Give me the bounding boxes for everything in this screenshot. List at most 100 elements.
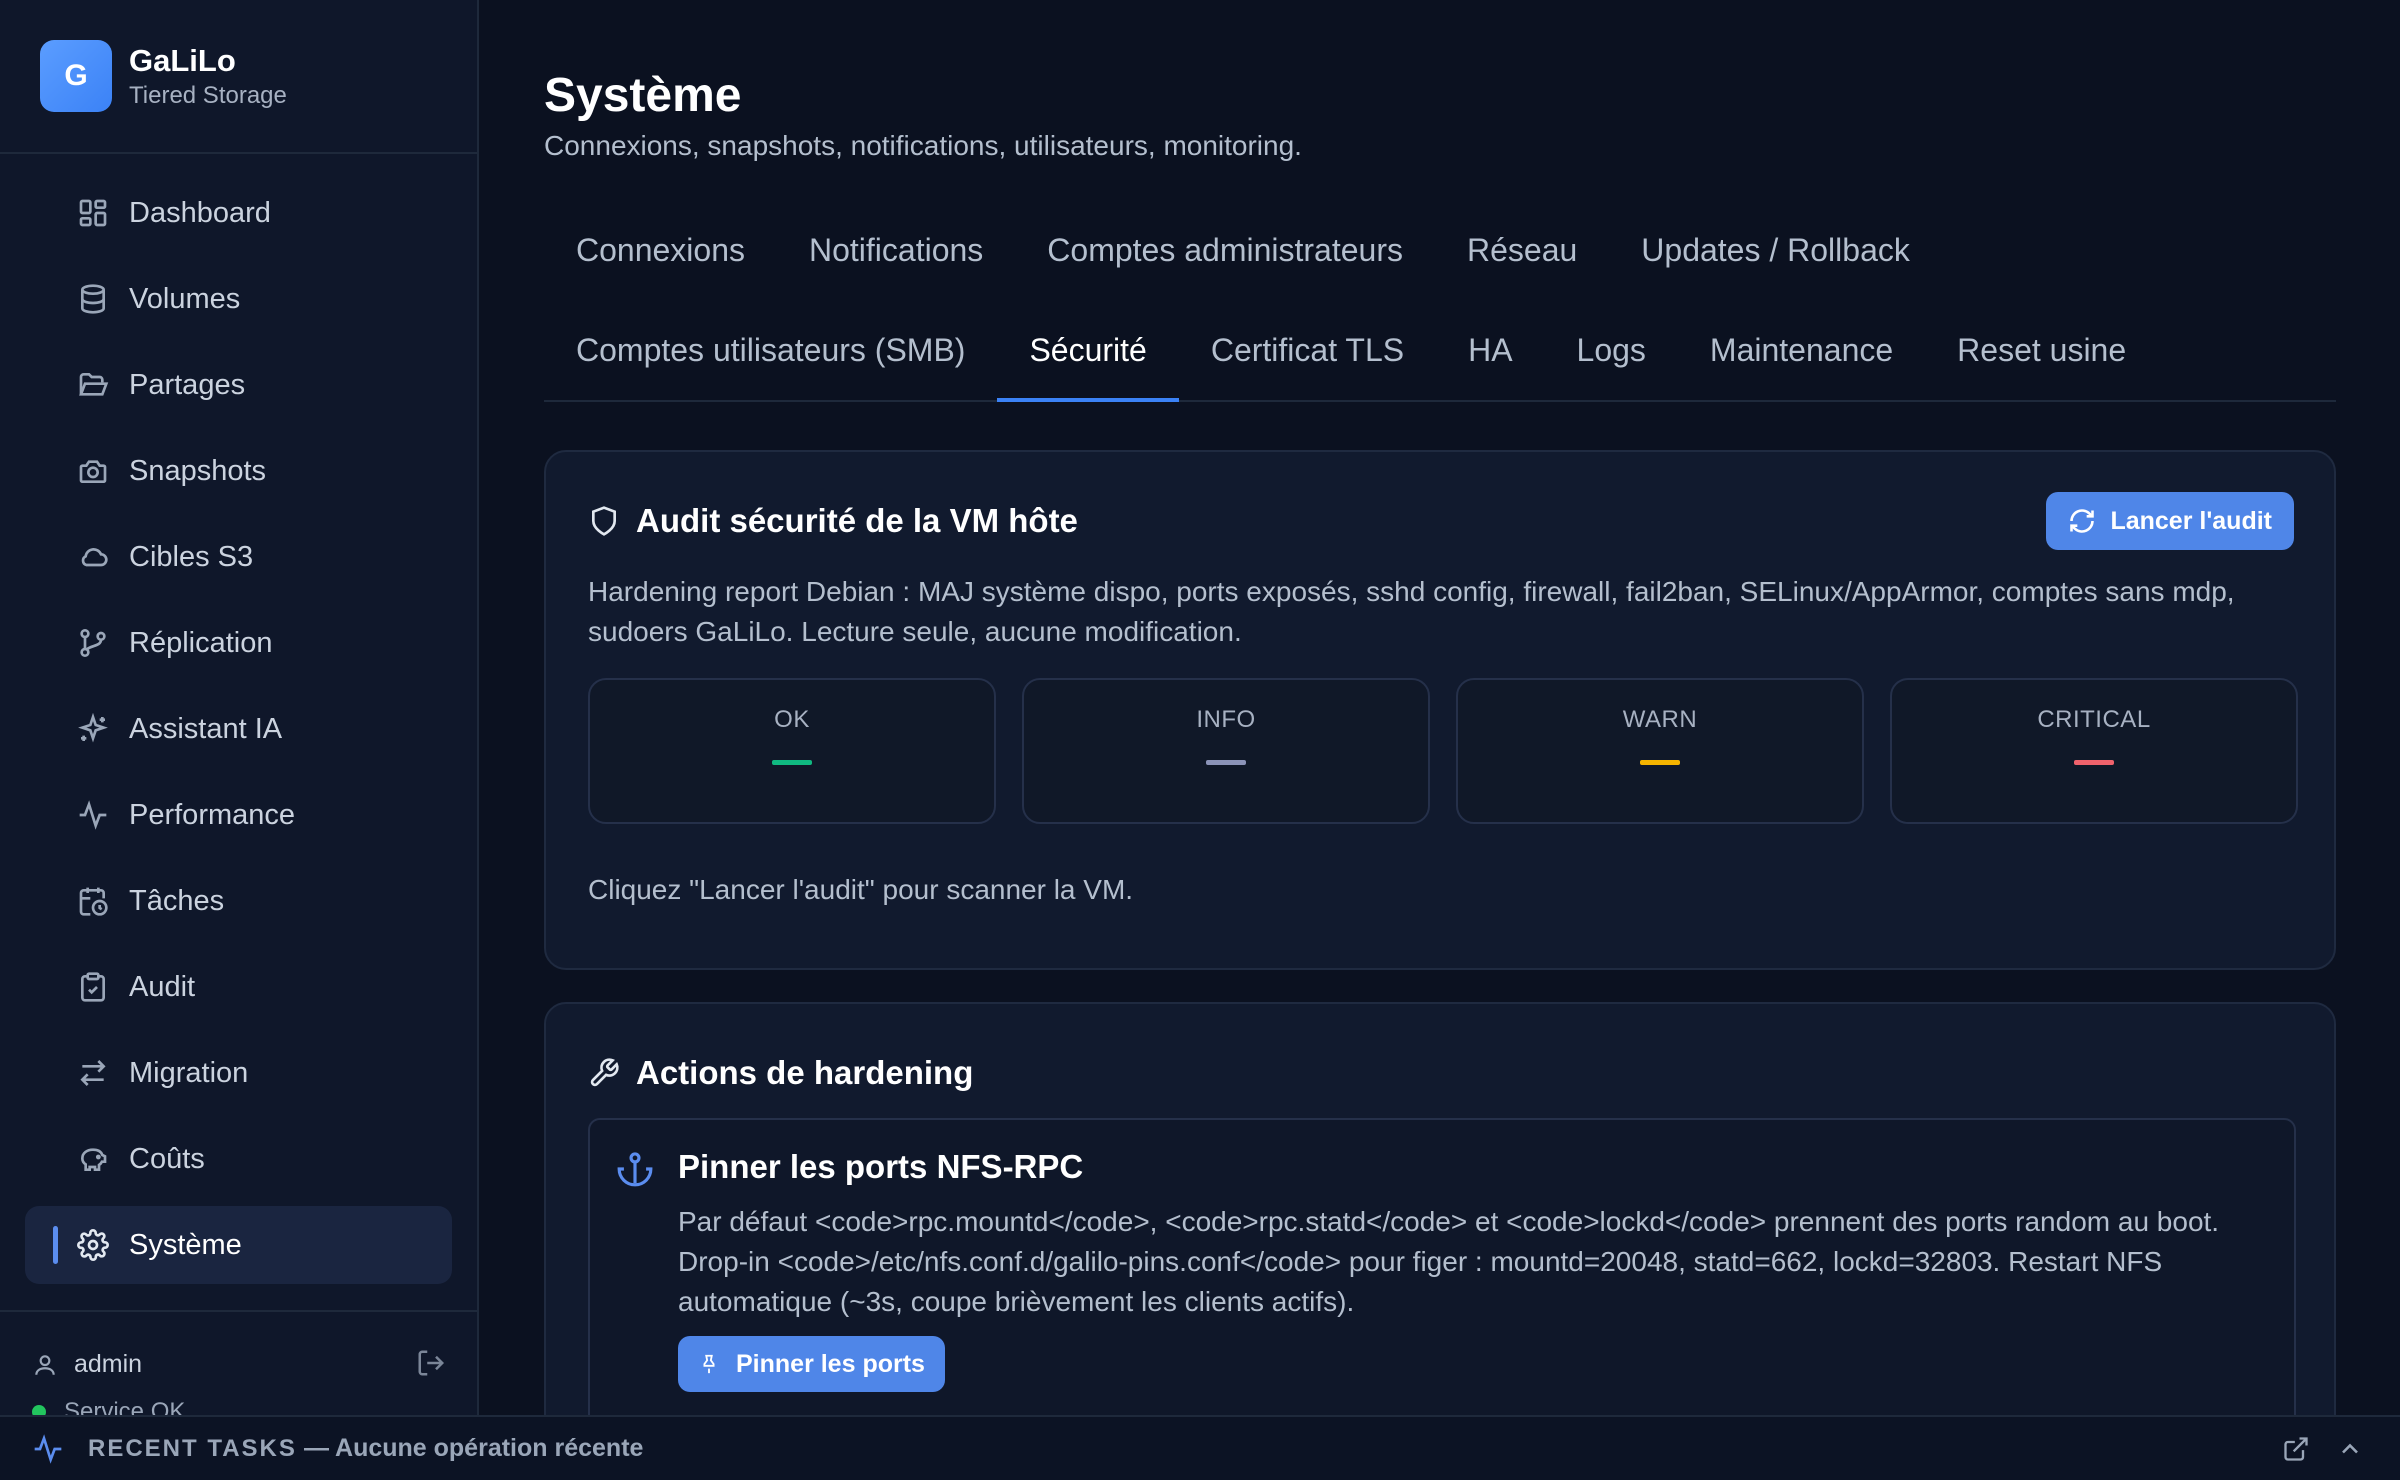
audit-hint: Cliquez "Lancer l'audit" pour scanner la… bbox=[588, 874, 1134, 905]
stat-label: INFO bbox=[1196, 706, 1256, 733]
tab-bar: Connexions Notifications Comptes adminis… bbox=[544, 222, 2336, 402]
git-branch-icon bbox=[80, 629, 106, 657]
app-name: GaLiLo bbox=[129, 43, 236, 79]
stat-critical: CRITICAL bbox=[1890, 678, 2298, 824]
stat-label: OK bbox=[774, 706, 810, 733]
stat-value-dash bbox=[1640, 760, 1680, 765]
sidebar-item-assistant-ia[interactable]: Assistant IA bbox=[25, 690, 452, 768]
tab-connexions[interactable]: Connexions bbox=[544, 222, 777, 302]
calendar-clock-icon bbox=[79, 887, 108, 916]
audit-description: Hardening report Debian : MAJ système di… bbox=[588, 576, 2235, 647]
sidebar-item-label: Performance bbox=[129, 798, 296, 831]
stat-value-dash bbox=[2074, 760, 2114, 765]
external-link-icon[interactable] bbox=[2282, 1435, 2310, 1463]
sidebar-item-audit[interactable]: Audit bbox=[25, 948, 452, 1026]
refresh-icon bbox=[2070, 509, 2095, 533]
stat-label: WARN bbox=[1622, 706, 1698, 733]
sidebar-item-label: Cibles S3 bbox=[129, 540, 254, 573]
sidebar-item-label: Coûts bbox=[129, 1142, 205, 1175]
sidebar-item-dashboard[interactable]: Dashboard bbox=[25, 174, 452, 252]
tab-notifications[interactable]: Notifications bbox=[777, 222, 1015, 302]
tab-maintenance[interactable]: Maintenance bbox=[1678, 322, 1925, 402]
card-title: Audit sécurité de la VM hôte bbox=[636, 502, 1078, 539]
app-subtitle: Tiered Storage bbox=[129, 81, 287, 109]
tab-comptes-administrateurs[interactable]: Comptes administrateurs bbox=[1015, 222, 1435, 302]
stat-ok: OK bbox=[588, 678, 996, 824]
stat-value-dash bbox=[772, 760, 812, 765]
tab-reset-usine[interactable]: Reset usine bbox=[1925, 322, 2158, 402]
stat-info: INFO bbox=[1022, 678, 1430, 824]
sidebar-item-couts[interactable]: Coûts bbox=[25, 1120, 452, 1198]
page-title: Système bbox=[544, 69, 742, 122]
sparkles-icon bbox=[78, 713, 108, 743]
sidebar-nav: Dashboard Volumes Partages Snapshots Cib… bbox=[0, 154, 477, 1284]
pin-ports-label: Pinner les ports bbox=[736, 1349, 925, 1378]
anchor-icon bbox=[617, 1152, 653, 1187]
app-logo: G bbox=[40, 40, 112, 112]
run-audit-label: Lancer l'audit bbox=[2110, 506, 2272, 535]
activity-icon bbox=[79, 800, 107, 830]
recent-tasks-bar[interactable]: RECENT TASKS — Aucune opération récente bbox=[0, 1415, 2400, 1480]
action-title: Pinner les ports NFS-RPC bbox=[678, 1148, 1084, 1185]
sidebar-item-label: Audit bbox=[129, 970, 196, 1003]
sidebar-item-label: Tâches bbox=[129, 884, 225, 917]
stat-value-dash bbox=[1206, 760, 1246, 765]
hardening-actions-card: Actions de hardening Pinner les ports NF… bbox=[544, 1002, 2336, 1462]
status-dot bbox=[32, 1405, 46, 1415]
sidebar-item-systeme[interactable]: Système bbox=[25, 1206, 452, 1284]
sidebar-item-label: Partages bbox=[129, 368, 246, 401]
sidebar-item-volumes[interactable]: Volumes bbox=[25, 260, 452, 338]
hardening-action-item: Pinner les ports NFS-RPC Par défaut <cod… bbox=[588, 1118, 2296, 1448]
sidebar-item-label: Réplication bbox=[129, 626, 273, 659]
action-description: Par défaut <code>rpc.mountd</code>, <cod… bbox=[678, 1206, 2220, 1317]
sidebar-item-label: Système bbox=[129, 1228, 242, 1261]
pin-ports-button[interactable]: Pinner les ports bbox=[678, 1336, 945, 1392]
tab-logs[interactable]: Logs bbox=[1545, 322, 1678, 402]
tab-certificat-tls[interactable]: Certificat TLS bbox=[1179, 322, 1436, 402]
current-user: admin bbox=[32, 1350, 142, 1379]
tab-updates-rollback[interactable]: Updates / Rollback bbox=[1609, 222, 1942, 302]
stat-warn: WARN bbox=[1456, 678, 1864, 824]
username: admin bbox=[74, 1350, 143, 1378]
stat-label: CRITICAL bbox=[2037, 706, 2151, 733]
chevron-up-icon[interactable] bbox=[2336, 1435, 2364, 1463]
sidebar-item-label: Dashboard bbox=[129, 196, 271, 229]
page-subtitle: Connexions, snapshots, notifications, ut… bbox=[544, 130, 1302, 161]
camera-icon bbox=[79, 460, 107, 483]
shield-icon bbox=[592, 506, 616, 536]
recent-tasks-label: RECENT TASKS bbox=[88, 1434, 297, 1462]
logout-icon[interactable] bbox=[416, 1348, 446, 1378]
card-title: Actions de hardening bbox=[636, 1054, 974, 1091]
gear-icon bbox=[77, 1229, 109, 1261]
sidebar-item-label: Volumes bbox=[129, 282, 241, 315]
brand-header: G GaLiLo Tiered Storage bbox=[0, 0, 477, 154]
sidebar: G GaLiLo Tiered Storage Dashboard Volume… bbox=[0, 0, 479, 1415]
arrows-swap-icon bbox=[80, 1060, 106, 1086]
service-status-text: Service OK bbox=[64, 1398, 186, 1415]
pin-icon bbox=[703, 1354, 715, 1374]
sidebar-item-taches[interactable]: Tâches bbox=[25, 862, 452, 940]
activity-icon bbox=[34, 1433, 62, 1464]
sidebar-footer: admin Service OK bbox=[0, 1310, 477, 1415]
sidebar-item-cibles-s3[interactable]: Cibles S3 bbox=[25, 518, 452, 596]
tab-ha[interactable]: HA bbox=[1436, 322, 1544, 402]
database-icon bbox=[81, 284, 105, 314]
dashboard-icon bbox=[79, 199, 107, 227]
recent-tasks-status: — Aucune opération récente bbox=[304, 1434, 644, 1462]
sidebar-item-replication[interactable]: Réplication bbox=[25, 604, 452, 682]
tab-reseau[interactable]: Réseau bbox=[1435, 222, 1609, 302]
tab-securite[interactable]: Sécurité bbox=[997, 322, 1180, 402]
user-icon bbox=[35, 1354, 55, 1375]
sidebar-item-partages[interactable]: Partages bbox=[25, 346, 452, 424]
sidebar-item-performance[interactable]: Performance bbox=[25, 776, 452, 854]
wrench-icon bbox=[590, 1058, 619, 1087]
cloud-icon bbox=[81, 548, 108, 567]
folder-open-icon bbox=[79, 373, 109, 396]
run-audit-button[interactable]: Lancer l'audit bbox=[2046, 492, 2294, 550]
sidebar-item-label: Snapshots bbox=[129, 454, 267, 487]
sidebar-item-snapshots[interactable]: Snapshots bbox=[25, 432, 452, 510]
security-audit-card: Audit sécurité de la VM hôte Lancer l'au… bbox=[544, 450, 2336, 970]
sidebar-item-migration[interactable]: Migration bbox=[25, 1034, 452, 1112]
sidebar-item-label: Migration bbox=[129, 1056, 249, 1089]
tab-comptes-utilisateurs-smb[interactable]: Comptes utilisateurs (SMB) bbox=[544, 322, 997, 402]
